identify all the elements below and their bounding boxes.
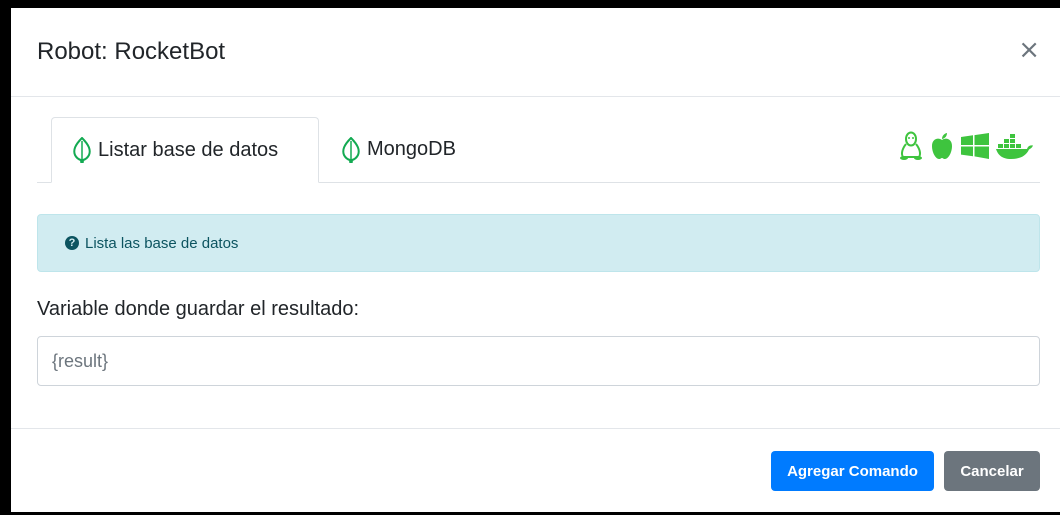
tab-label: Listar base de datos bbox=[98, 138, 279, 161]
os-compatibility-icons bbox=[898, 131, 1034, 161]
leaf-icon bbox=[72, 136, 92, 164]
command-modal: Robot: RocketBot × Listar base de datos … bbox=[11, 8, 1060, 512]
apple-icon bbox=[930, 132, 954, 160]
close-button[interactable]: × bbox=[1018, 37, 1040, 63]
add-command-button[interactable]: Agregar Comando bbox=[771, 451, 934, 491]
docker-icon bbox=[996, 132, 1034, 160]
tabs-bar: Listar base de datos MongoDB bbox=[37, 117, 1040, 183]
modal-footer: Agregar Comando Cancelar bbox=[11, 428, 1060, 512]
result-variable-input[interactable] bbox=[37, 336, 1040, 386]
modal-header: Robot: RocketBot × bbox=[11, 8, 1060, 97]
linux-icon bbox=[898, 131, 924, 161]
question-circle-icon: ? bbox=[65, 236, 79, 250]
cancel-button[interactable]: Cancelar bbox=[944, 451, 1040, 491]
alert-text: Lista las base de datos bbox=[85, 234, 239, 252]
info-alert: ? Lista las base de datos bbox=[37, 214, 1040, 272]
result-variable-label: Variable donde guardar el resultado: bbox=[37, 298, 360, 320]
tab-listar-base-de-datos[interactable]: Listar base de datos bbox=[51, 117, 319, 183]
windows-icon bbox=[960, 133, 990, 159]
tab-mongodb[interactable]: MongoDB bbox=[341, 117, 456, 182]
leaf-icon bbox=[341, 136, 361, 163]
modal-title: Robot: RocketBot bbox=[37, 38, 226, 65]
tab-label: MongoDB bbox=[367, 138, 456, 160]
